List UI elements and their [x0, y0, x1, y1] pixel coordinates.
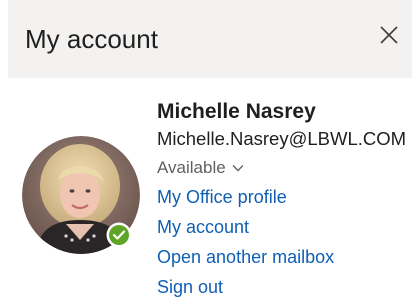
- status-label: Available: [157, 158, 226, 177]
- presence-badge: [106, 222, 132, 248]
- office-profile-link[interactable]: My Office profile: [157, 184, 287, 210]
- close-button[interactable]: [376, 22, 402, 48]
- sign-out-link[interactable]: Sign out: [157, 274, 223, 298]
- panel-header: My account: [8, 0, 412, 78]
- user-email: Michelle.Nasrey@LBWL.COM: [157, 128, 407, 149]
- close-icon: [380, 26, 398, 44]
- panel-title: My account: [25, 24, 158, 54]
- my-account-link[interactable]: My account: [157, 214, 249, 240]
- status-dropdown[interactable]: Available: [157, 155, 245, 181]
- account-panel: My account Michelle Nasrey Michelle.Nasr…: [0, 0, 412, 298]
- chevron-down-icon: [232, 165, 244, 172]
- user-name: Michelle Nasrey: [157, 100, 316, 123]
- open-another-mailbox-link[interactable]: Open another mailbox: [157, 244, 334, 270]
- avatar: [22, 136, 140, 254]
